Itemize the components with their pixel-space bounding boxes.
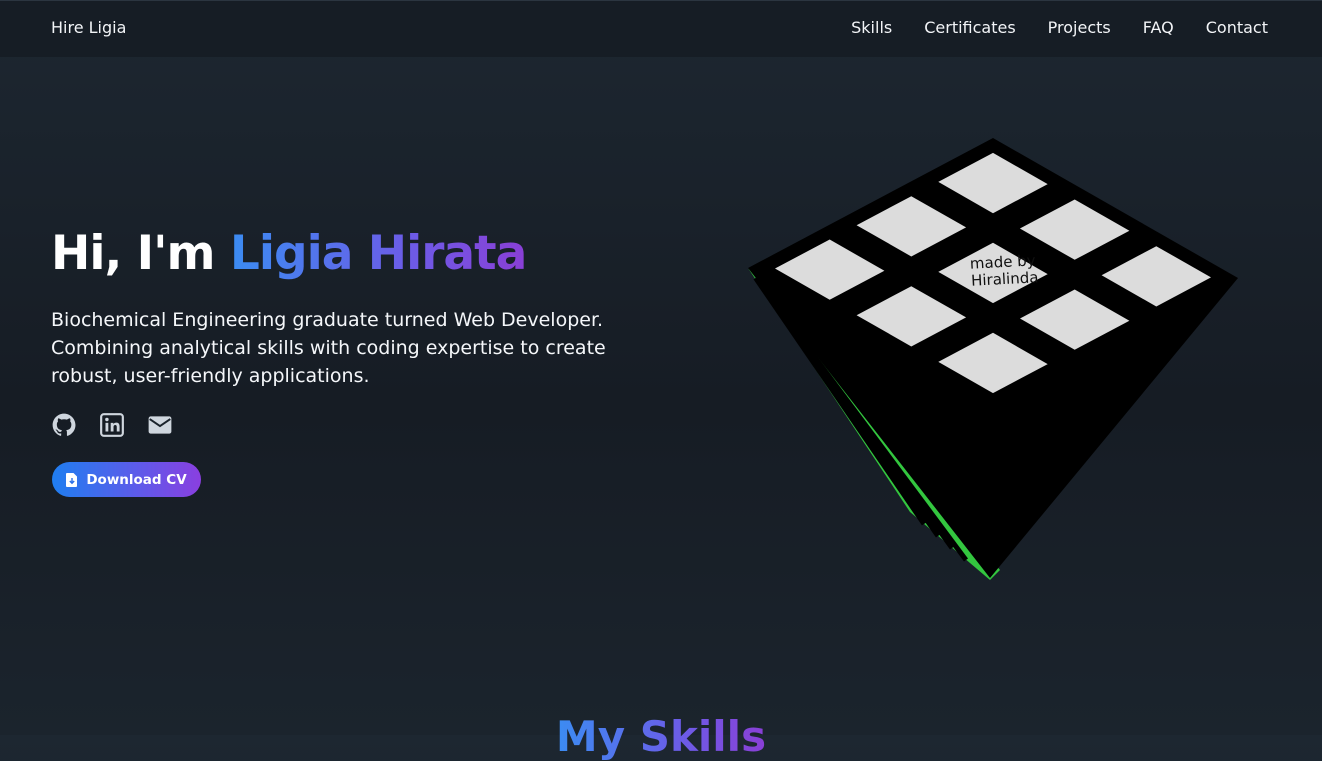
email-icon (148, 416, 172, 434)
nav-link-contact[interactable]: Contact (1206, 18, 1268, 37)
email-link[interactable] (147, 412, 173, 438)
hero-greeting: Hi, I'm (51, 226, 216, 281)
nav-link-faq[interactable]: FAQ (1143, 18, 1174, 37)
skills-title-text: My Skills (555, 712, 767, 761)
rubiks-cube-3d[interactable]: made by Hiralinda (740, 130, 1250, 590)
nav-link-skills[interactable]: Skills (851, 18, 892, 37)
hero-title: Hi, I'm Ligia Hirata (51, 226, 527, 281)
cube-sticker-text-line2: Hiralinda (971, 268, 1039, 290)
file-download-icon (66, 472, 78, 487)
download-cv-label: Download CV (86, 471, 187, 488)
download-cv-button[interactable]: Download CV (52, 462, 201, 497)
nav-link-certificates[interactable]: Certificates (924, 18, 1015, 37)
skills-section-title: My Skills (0, 712, 1322, 761)
nav-link-projects[interactable]: Projects (1048, 18, 1111, 37)
navbar: Hire Ligia Skills Certificates Projects … (0, 0, 1322, 57)
nav-links: Skills Certificates Projects FAQ Contact (819, 18, 1268, 37)
linkedin-icon (100, 413, 124, 437)
github-icon (52, 413, 76, 436)
github-link[interactable] (51, 412, 77, 438)
hero-description: Biochemical Engineering graduate turned … (51, 309, 606, 387)
brand-link[interactable]: Hire Ligia (51, 18, 126, 37)
hero-name: Ligia Hirata (229, 226, 527, 281)
social-links (51, 412, 195, 438)
linkedin-link[interactable] (99, 412, 125, 438)
rubiks-cube-graphic: made by Hiralinda (748, 138, 1238, 580)
